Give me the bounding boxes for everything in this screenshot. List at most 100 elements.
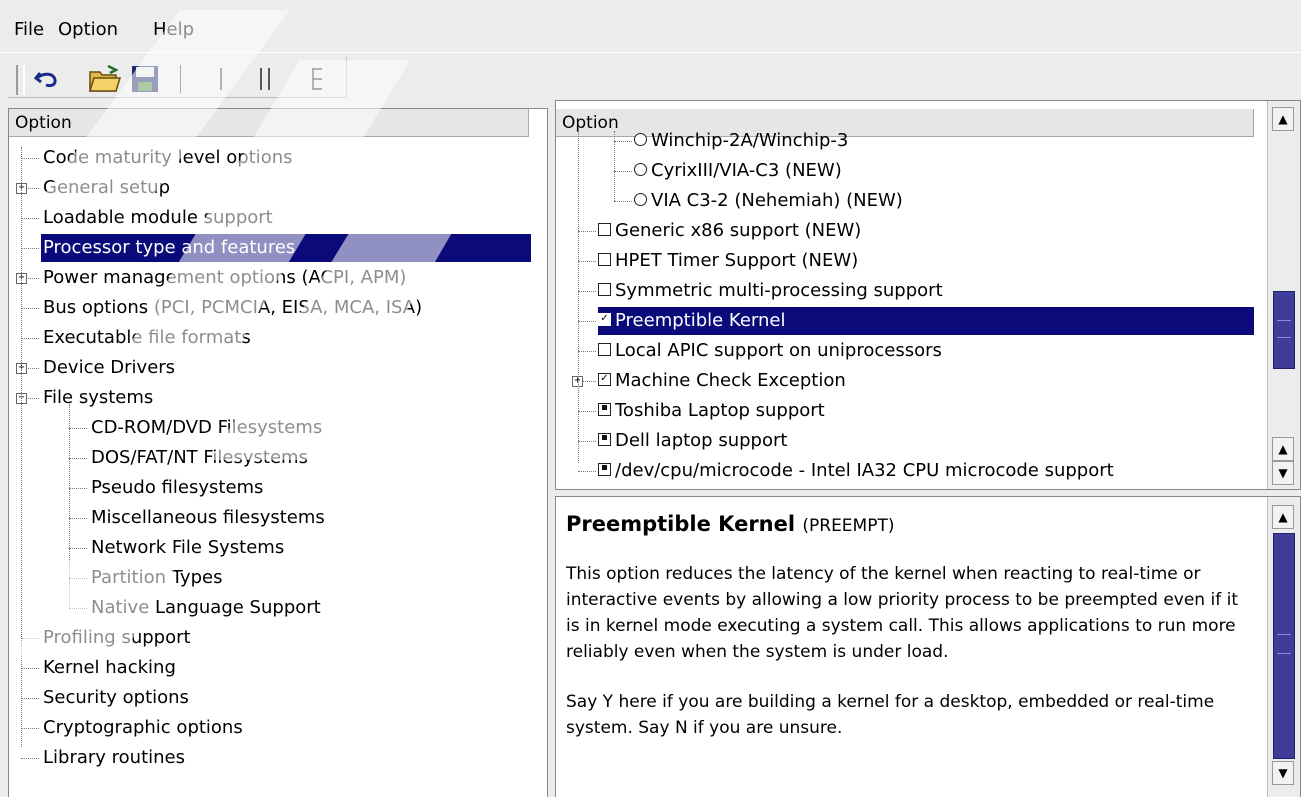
tree-item-label: Profiling support [43, 627, 191, 648]
tree-item-label: File systems [43, 387, 154, 408]
help-scroll-thumb[interactable] [1273, 533, 1295, 759]
tree-connector [578, 291, 596, 292]
tree-item-label: CD-ROM/DVD Filesystems [91, 417, 323, 438]
tree-item[interactable]: File systems [41, 384, 155, 412]
scroll-up-icon[interactable]: ▲ [1272, 107, 1294, 131]
undo-icon[interactable] [30, 63, 64, 95]
option-label: VIA C3-2 (Nehemiah) (NEW) [651, 190, 903, 211]
option-label: Toshiba Laptop support [615, 400, 825, 421]
tree-connector [614, 171, 632, 172]
help-scroll-up-icon[interactable]: ▲ [1272, 505, 1294, 529]
checkbox-icon[interactable] [598, 342, 611, 356]
toolbar-handle[interactable] [16, 65, 25, 95]
tree-item-label: Power management options (ACPI, APM) [43, 267, 407, 288]
tree-item[interactable]: Security options [41, 684, 191, 712]
help-text: Preemptible Kernel (PREEMPT) This option… [556, 497, 1256, 779]
tree-connector [69, 488, 87, 489]
menu-file[interactable]: File [14, 19, 44, 40]
option-label: Generic x86 support (NEW) [615, 220, 862, 241]
left-column-header[interactable]: Option [9, 109, 529, 137]
tree-connector [614, 201, 632, 202]
checkbox-icon[interactable] [598, 222, 611, 236]
left-tree-panel: Option Code maturity level options Genera… [8, 108, 548, 797]
option-label: Preemptible Kernel [615, 310, 786, 331]
tree-item[interactable]: General setup [41, 174, 172, 202]
tree-connector [69, 428, 87, 429]
tree-item[interactable]: Bus options (PCI, PCMCIA, EISA, MCA, ISA… [41, 294, 424, 322]
help-scroll-down-icon[interactable]: ▼ [1272, 761, 1294, 785]
checkbox-checked-icon[interactable]: ✓ [598, 312, 611, 326]
radio-icon[interactable] [634, 192, 647, 206]
split-view-icon[interactable] [250, 63, 280, 95]
checkbox-icon[interactable] [598, 282, 611, 296]
tree-item[interactable]: Power management options (ACPI, APM) [41, 264, 408, 292]
radio-icon[interactable] [634, 132, 647, 146]
tree-item-label: Library routines [43, 747, 186, 768]
option-item[interactable]: Toshiba Laptop support [598, 397, 825, 425]
tree-item[interactable]: Miscellaneous filesystems [89, 504, 327, 532]
scroll-thumb[interactable] [1273, 291, 1295, 369]
tree-item-label: Loadable module support [43, 207, 273, 228]
checkbox-checked-icon[interactable]: ✓ [598, 372, 611, 386]
tree-connector [21, 758, 39, 759]
options-scrollbar[interactable]: ▲ ▲ ▼ [1267, 101, 1300, 489]
tree-item[interactable]: Network File Systems [89, 534, 286, 562]
tree-item-label: Kernel hacking [43, 657, 176, 678]
tree-connector [21, 338, 39, 339]
tree-item[interactable]: DOS/FAT/NT Filesystems [89, 444, 310, 472]
option-item[interactable]: VIA C3-2 (Nehemiah) (NEW) [634, 187, 903, 215]
scroll-down-icon[interactable]: ▼ [1272, 461, 1294, 485]
full-view-icon[interactable] [302, 63, 332, 95]
option-label: Symmetric multi-processing support [615, 280, 943, 301]
tree-guide [614, 131, 615, 201]
tree-connector [21, 158, 39, 159]
option-item[interactable]: Local APIC support on uniprocessors [598, 337, 942, 365]
tree-item[interactable]: CD-ROM/DVD Filesystems [89, 414, 324, 442]
tree-item[interactable]: Processor type and features [41, 234, 531, 262]
tree-item[interactable]: Code maturity level options [41, 144, 295, 172]
help-title: Preemptible Kernel (PREEMPT) [566, 511, 1246, 539]
option-item[interactable]: Dell laptop support [598, 427, 787, 455]
help-title-text: Preemptible Kernel [566, 512, 796, 536]
single-view-icon[interactable] [208, 63, 234, 95]
checkbox-module-icon[interactable] [598, 462, 611, 476]
tree-item[interactable]: Loadable module support [41, 204, 275, 232]
tree-item-label: Network File Systems [91, 537, 285, 558]
option-item[interactable]: Generic x86 support (NEW) [598, 217, 861, 245]
tree-item[interactable]: Device Drivers [41, 354, 177, 382]
tree-connector [21, 668, 39, 669]
option-item[interactable]: CyrixIII/VIA-C3 (NEW) [634, 157, 842, 185]
tree-item[interactable]: Kernel hacking [41, 654, 178, 682]
tree-item[interactable]: Cryptographic options [41, 714, 245, 742]
tree-item-label: General setup [43, 177, 171, 198]
open-folder-icon[interactable] [86, 63, 124, 95]
checkbox-module-icon[interactable] [598, 432, 611, 446]
menu-help[interactable]: Help [153, 19, 194, 40]
tree-item[interactable]: Profiling support [41, 624, 193, 652]
checkbox-icon[interactable] [598, 252, 611, 266]
tree-item[interactable]: Native Language Support [89, 594, 323, 622]
tree-item[interactable]: Pseudo filesystems [89, 474, 265, 502]
checkbox-module-icon[interactable] [598, 402, 611, 416]
option-item[interactable]: Symmetric multi-processing support [598, 277, 943, 305]
tree-item-label: Pseudo filesystems [91, 477, 264, 498]
scroll-up-small-icon[interactable]: ▲ [1272, 437, 1294, 461]
option-item[interactable]: ✓ Machine Check Exception [598, 367, 846, 395]
tree-guide [578, 131, 579, 463]
save-icon[interactable] [128, 63, 162, 95]
toolbar-separator [180, 65, 181, 93]
help-scrollbar[interactable]: ▲ ▼ [1267, 497, 1300, 797]
tree-item-label: Cryptographic options [43, 717, 243, 738]
tree-item-label: Security options [43, 687, 189, 708]
tree-item[interactable]: Library routines [41, 744, 187, 772]
tree-connector [21, 728, 39, 729]
option-item[interactable]: Winchip-2A/Winchip-3 [634, 127, 848, 155]
menu-option[interactable]: Option [58, 19, 118, 40]
radio-icon[interactable] [634, 162, 647, 176]
option-item[interactable]: ✓ Preemptible Kernel [598, 307, 1254, 335]
tree-item[interactable]: Partition Types [89, 564, 224, 592]
option-item[interactable]: /dev/cpu/microcode - Intel IA32 CPU micr… [598, 457, 1114, 485]
option-label: Dell laptop support [615, 430, 788, 451]
tree-item[interactable]: Executable file formats [41, 324, 253, 352]
option-item[interactable]: HPET Timer Support (NEW) [598, 247, 858, 275]
